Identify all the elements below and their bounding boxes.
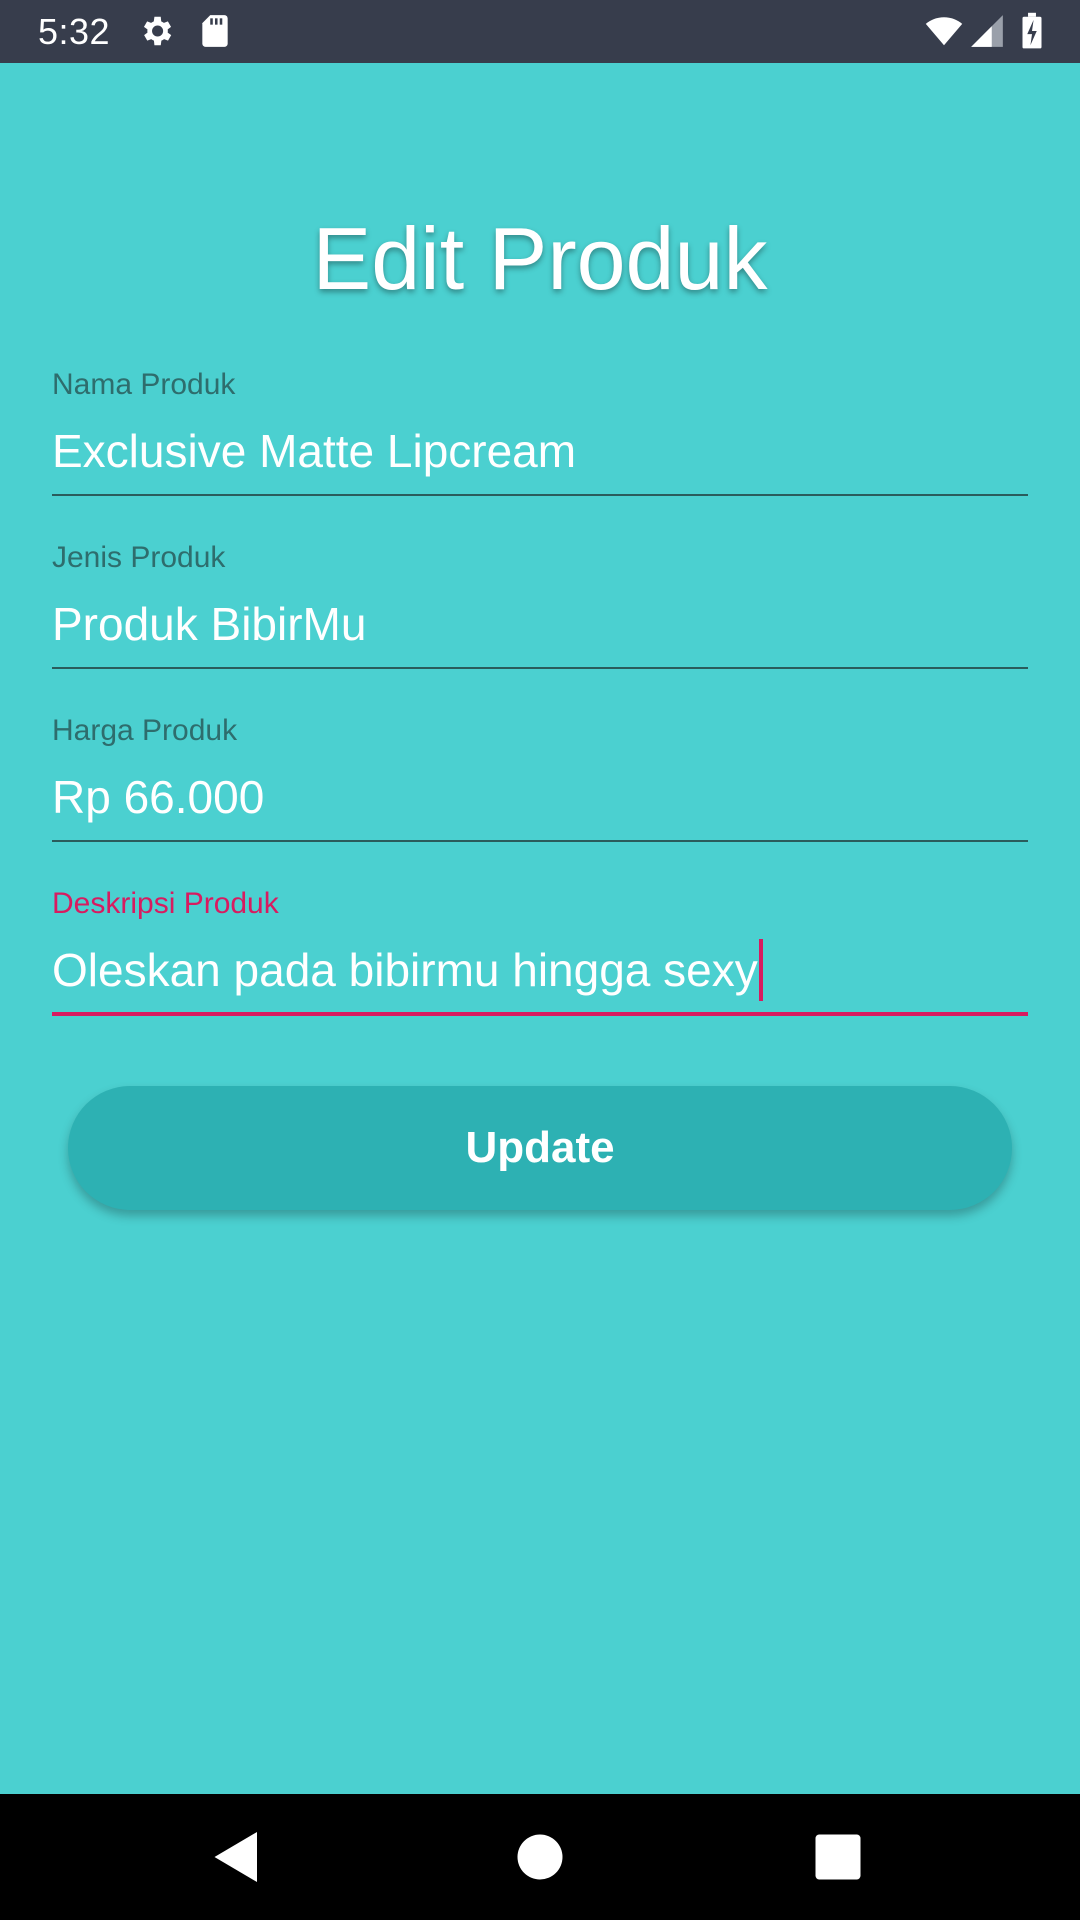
product-description-text: Oleskan pada bibirmu hingga sexy <box>52 944 758 996</box>
status-bar: 5:32 <box>0 0 1080 63</box>
product-price-label: Harga Produk <box>52 714 238 747</box>
product-type-underline <box>52 667 1028 669</box>
sd-card-icon <box>202 15 228 47</box>
wifi-icon <box>925 17 963 46</box>
product-description-input[interactable]: Oleskan pada bibirmu hingga sexy <box>52 938 1028 1001</box>
gear-icon <box>143 16 172 46</box>
product-name-field[interactable]: Nama Produk Exclusive Matte Lipcream <box>52 367 1028 507</box>
product-description-underline <box>52 1012 1028 1016</box>
product-name-label: Nama Produk <box>52 368 236 401</box>
cell-signal-icon <box>971 15 1003 47</box>
product-description-field[interactable]: Deskripsi Produk Oleskan pada bibirmu hi… <box>52 886 1028 1026</box>
page-title: Edit Produk <box>312 209 768 308</box>
update-button[interactable]: Update <box>68 1086 1012 1210</box>
status-time: 5:32 <box>38 11 111 52</box>
product-type-input[interactable]: Produk BibirMu <box>52 596 1028 652</box>
back-icon[interactable] <box>207 1827 267 1887</box>
text-cursor <box>758 938 763 1001</box>
product-type-label: Jenis Produk <box>52 541 226 574</box>
battery-charging-icon <box>1022 12 1042 49</box>
home-icon[interactable] <box>510 1827 570 1887</box>
edit-product-form: Edit Produk Nama Produk Exclusive Matte … <box>0 63 1080 1794</box>
product-price-underline <box>52 840 1028 842</box>
product-type-field[interactable]: Jenis Produk Produk BibirMu <box>52 540 1028 680</box>
navigation-bar <box>0 1794 1080 1920</box>
product-name-input[interactable]: Exclusive Matte Lipcream <box>52 423 1028 479</box>
recents-icon[interactable] <box>808 1827 868 1887</box>
product-price-field[interactable]: Harga Produk Rp 66.000 <box>52 713 1028 853</box>
product-description-label: Deskripsi Produk <box>52 887 279 920</box>
product-price-input[interactable]: Rp 66.000 <box>52 769 1028 825</box>
product-name-underline <box>52 494 1028 496</box>
